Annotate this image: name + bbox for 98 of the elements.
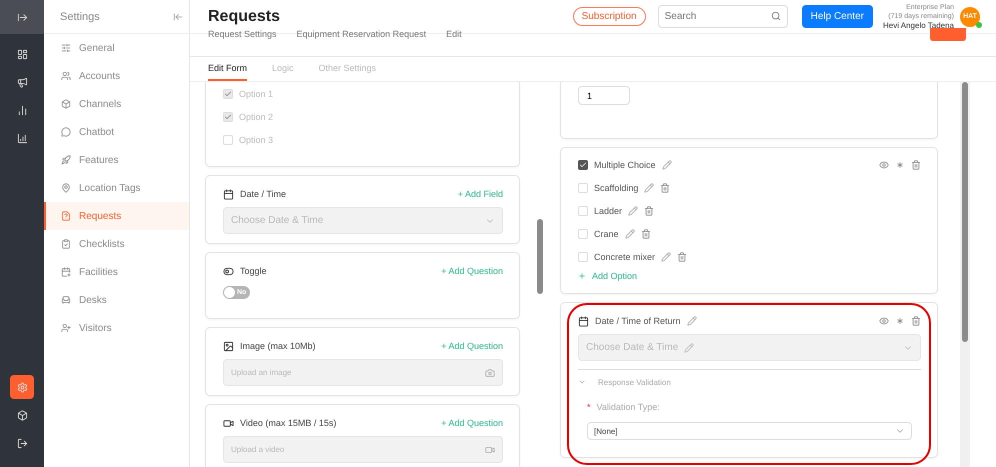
- breadcrumb-link[interactable]: Request Settings: [208, 29, 277, 39]
- option-label: Crane: [594, 228, 619, 238]
- trash-icon: [911, 316, 921, 326]
- section-toggle[interactable]: Response Validation: [598, 378, 671, 386]
- trash-icon: [660, 182, 670, 192]
- sidebar-item[interactable]: Channels: [44, 90, 189, 118]
- field-label: Validation Type:: [596, 402, 660, 412]
- option-label: Option 1: [239, 88, 274, 98]
- tab[interactable]: Logic: [272, 57, 294, 81]
- tab[interactable]: Other Settings: [318, 57, 376, 81]
- image-icon: [223, 340, 234, 352]
- trash-icon: [911, 160, 921, 170]
- breadcrumb-link[interactable]: Edit: [446, 29, 462, 39]
- question-icon: [61, 211, 71, 221]
- question-title: Multiple Choice: [594, 160, 656, 170]
- add-link[interactable]: + Add Question: [441, 266, 503, 276]
- asterisk-icon: [895, 160, 905, 170]
- card-title: Image (max 10Mb): [240, 341, 317, 351]
- pencil-icon: [662, 160, 672, 170]
- sidebar-item[interactable]: Accounts: [44, 62, 189, 90]
- sidebar-item[interactable]: Requests: [44, 202, 189, 230]
- people-icon: [61, 323, 71, 333]
- search-icon[interactable]: [770, 11, 781, 21]
- expand-icon: [16, 12, 28, 22]
- trash-icon: [677, 252, 688, 262]
- card-title: Toggle: [240, 266, 268, 276]
- eye-icon: [879, 160, 889, 170]
- breadcrumb-link[interactable]: Equipment Reservation Request: [296, 29, 426, 39]
- calendar-icon: [578, 316, 589, 326]
- pencil-icon: [684, 342, 694, 352]
- people-icon: [61, 71, 71, 81]
- option-label: Option 3: [239, 134, 274, 144]
- video-icon: [485, 444, 495, 454]
- megaphone-icon: [16, 76, 28, 88]
- number-input[interactable]: 1: [578, 86, 630, 105]
- chair-icon: [61, 295, 71, 305]
- collapse-icon: [173, 12, 183, 22]
- bar-chart-icon: [16, 104, 28, 116]
- option-label: Scaffolding: [594, 182, 638, 192]
- pencil-icon: [686, 316, 697, 326]
- bar-chart-icon: [16, 132, 28, 144]
- option-label: Option 2: [239, 112, 274, 122]
- dashboard-icon: [16, 48, 28, 60]
- required-mark: *: [587, 402, 591, 412]
- sidebar-item[interactable]: General: [44, 34, 189, 62]
- camera-icon: [485, 368, 495, 378]
- video-icon: [223, 418, 234, 428]
- sidebar-item[interactable]: Visitors: [44, 314, 189, 342]
- upload-field[interactable]: Upload a video: [223, 436, 503, 463]
- sidebar-item[interactable]: Chatbot: [44, 118, 189, 146]
- validation-type-select[interactable]: [None]: [587, 422, 912, 440]
- settings-icon: [16, 382, 28, 392]
- asterisk-icon: [895, 316, 905, 326]
- option-label: Ladder: [594, 206, 622, 216]
- sliders-icon: [61, 43, 71, 53]
- sidebar-title: Settings: [60, 10, 100, 22]
- card-title: Date / Time: [240, 189, 288, 199]
- calendar-icon: [223, 188, 234, 200]
- logout-icon: [16, 438, 28, 448]
- page-title: Requests: [208, 8, 282, 26]
- trash-icon: [644, 206, 654, 216]
- sidebar-item[interactable]: Location Tags: [44, 174, 189, 202]
- search-field[interactable]: Search: [658, 5, 788, 28]
- sidebar-item[interactable]: Facilities: [44, 258, 189, 286]
- nav-button[interactable]: [10, 375, 34, 399]
- pin-icon: [61, 183, 71, 193]
- toggle-icon: [223, 266, 234, 276]
- card-title: Video (max 15MB / 15s): [240, 418, 338, 428]
- help-center-button[interactable]: Help Center: [802, 5, 873, 28]
- date-picker-field[interactable]: Choose Date & Time: [578, 334, 921, 361]
- sidebar-item[interactable]: Features: [44, 146, 189, 174]
- question-title: Date / Time of Return: [595, 316, 681, 326]
- trash-icon: [640, 228, 651, 238]
- checkbox[interactable]: [578, 160, 588, 170]
- pencil-icon: [628, 206, 638, 216]
- option-label: Concrete mixer: [594, 252, 656, 262]
- sidebar-item[interactable]: Checklists: [44, 230, 189, 258]
- pencil-icon: [661, 252, 672, 262]
- eye-icon: [879, 316, 889, 326]
- scrollbar[interactable]: [960, 82, 970, 467]
- add-link[interactable]: + Add Question: [441, 418, 503, 428]
- subscription-button[interactable]: Subscription: [572, 7, 646, 26]
- plus-icon: [578, 272, 586, 280]
- add-link[interactable]: + Add Field: [458, 189, 503, 199]
- calendar-icon: [61, 267, 71, 277]
- pencil-icon: [644, 182, 654, 192]
- sidebar-item[interactable]: Desks: [44, 286, 189, 314]
- upload-field[interactable]: Upload an image: [223, 359, 503, 386]
- pencil-icon: [624, 228, 635, 238]
- cube-icon: [16, 410, 28, 420]
- date-picker-field[interactable]: Choose Date & Time: [223, 207, 503, 234]
- chat-bubble-icon: [61, 127, 71, 137]
- rocket-icon: [61, 155, 71, 165]
- add-option-link[interactable]: Add Option: [592, 271, 638, 281]
- clipboard-icon: [61, 239, 71, 249]
- cube-icon: [61, 99, 71, 109]
- add-link[interactable]: + Add Question: [441, 341, 503, 351]
- user-name: Hevi Angelo Tadena: [882, 21, 954, 30]
